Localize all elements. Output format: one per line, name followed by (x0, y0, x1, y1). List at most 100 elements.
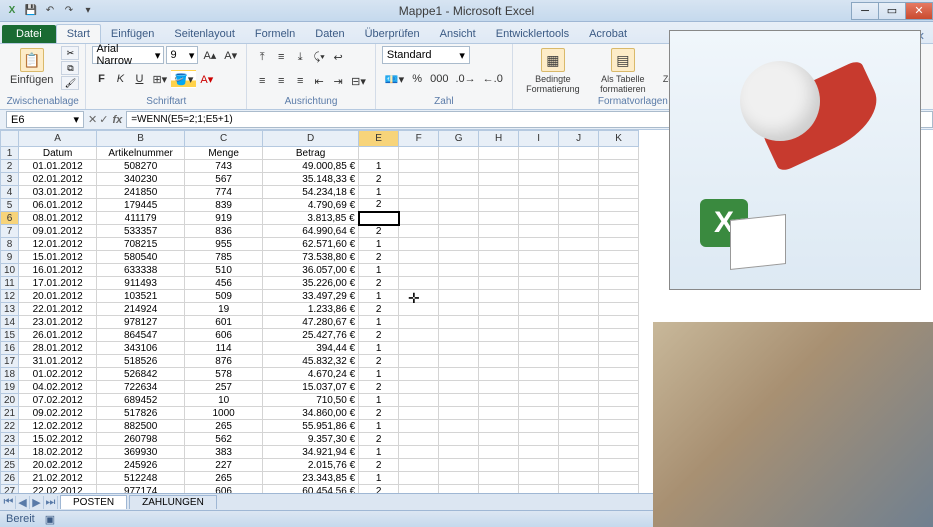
cell-G16[interactable] (439, 342, 479, 355)
cell-C2[interactable]: 743 (185, 160, 263, 173)
cell-G18[interactable] (439, 368, 479, 381)
cell-H13[interactable] (479, 303, 519, 316)
cell-I17[interactable] (519, 355, 559, 368)
cell-B14[interactable]: 978127 (97, 316, 185, 329)
col-header-J[interactable]: J (559, 131, 599, 147)
cell-D17[interactable]: 45.832,32 € (263, 355, 359, 368)
file-tab[interactable]: Datei (2, 25, 56, 43)
header-cell[interactable]: Betrag (263, 147, 359, 160)
row-header-5[interactable]: 5 (1, 199, 19, 212)
cell-H2[interactable] (479, 160, 519, 173)
cell-G21[interactable] (439, 407, 479, 420)
cell-K4[interactable] (599, 186, 639, 199)
cell-H8[interactable] (479, 238, 519, 251)
cell-C14[interactable]: 601 (185, 316, 263, 329)
cell-J7[interactable] (559, 225, 599, 238)
col-header-F[interactable]: F (399, 131, 439, 147)
cell-A7[interactable]: 09.01.2012 (19, 225, 97, 238)
cell-F18[interactable] (399, 368, 439, 381)
cancel-formula-icon[interactable]: ✕ (88, 113, 97, 126)
align-center-icon[interactable]: ≡ (272, 72, 290, 90)
cell-K25[interactable] (599, 459, 639, 472)
cell-J23[interactable] (559, 433, 599, 446)
cell-G8[interactable] (439, 238, 479, 251)
fill-color-icon[interactable]: 🪣▾ (171, 70, 196, 88)
cell-A16[interactable]: 28.01.2012 (19, 342, 97, 355)
cell-F19[interactable] (399, 381, 439, 394)
cell-G26[interactable] (439, 472, 479, 485)
cell-A18[interactable]: 01.02.2012 (19, 368, 97, 381)
cell-H16[interactable] (479, 342, 519, 355)
font-name-combo[interactable]: Arial Narrow▾ (92, 46, 164, 64)
row-header-16[interactable]: 16 (1, 342, 19, 355)
cell-G10[interactable] (439, 264, 479, 277)
align-bottom-icon[interactable]: ⤓ (291, 48, 309, 66)
maximize-button[interactable]: ▭ (878, 2, 906, 20)
cell-F21[interactable] (399, 407, 439, 420)
cell-C7[interactable]: 836 (185, 225, 263, 238)
cell-K5[interactable] (599, 199, 639, 212)
cell-C25[interactable]: 227 (185, 459, 263, 472)
cell-C10[interactable]: 510 (185, 264, 263, 277)
cell-G15[interactable] (439, 329, 479, 342)
row-header-1[interactable]: 1 (1, 147, 19, 160)
cell-D24[interactable]: 34.921,94 € (263, 446, 359, 459)
orientation-icon[interactable]: ⤹▾ (310, 48, 328, 66)
cell-D26[interactable]: 23.343,85 € (263, 472, 359, 485)
cell-E6[interactable] (359, 212, 399, 225)
cell-E26[interactable]: 1 (359, 472, 399, 485)
cell-B6[interactable]: 411179 (97, 212, 185, 225)
cell-K3[interactable] (599, 173, 639, 186)
cell-D16[interactable]: 394,44 € (263, 342, 359, 355)
cell-E10[interactable]: 1 (359, 264, 399, 277)
comma-icon[interactable]: 000 (427, 70, 451, 88)
row-header-24[interactable]: 24 (1, 446, 19, 459)
tab-überprüfen[interactable]: Überprüfen (355, 25, 430, 43)
cell-K9[interactable] (599, 251, 639, 264)
cell-A20[interactable]: 07.02.2012 (19, 394, 97, 407)
cell-J26[interactable] (559, 472, 599, 485)
font-size-combo[interactable]: 9▾ (166, 46, 198, 64)
cell-K15[interactable] (599, 329, 639, 342)
row-header-25[interactable]: 25 (1, 459, 19, 472)
cell-C6[interactable]: 919 (185, 212, 263, 225)
cell-A21[interactable]: 09.02.2012 (19, 407, 97, 420)
cell-C9[interactable]: 785 (185, 251, 263, 264)
cell-A12[interactable]: 20.01.2012 (19, 290, 97, 303)
cell-I14[interactable] (519, 316, 559, 329)
cell-I7[interactable] (519, 225, 559, 238)
cell-D11[interactable]: 35.226,00 € (263, 277, 359, 290)
cell-E19[interactable]: 2 (359, 381, 399, 394)
sheet-nav-first-icon[interactable]: ⏮ (2, 496, 16, 509)
sheet-nav-last-icon[interactable]: ⏭ (44, 496, 58, 509)
cell-G23[interactable] (439, 433, 479, 446)
cell-D12[interactable]: 33.497,29 € (263, 290, 359, 303)
cell-F17[interactable] (399, 355, 439, 368)
cell-J21[interactable] (559, 407, 599, 420)
row-header-20[interactable]: 20 (1, 394, 19, 407)
cell-H5[interactable] (479, 199, 519, 212)
tab-ansicht[interactable]: Ansicht (430, 25, 486, 43)
conditional-format-button[interactable]: ▦Bedingte Formatierung (519, 46, 587, 96)
cell-C16[interactable]: 114 (185, 342, 263, 355)
sheet-nav-prev-icon[interactable]: ◀ (16, 496, 30, 509)
cell-F2[interactable] (399, 160, 439, 173)
cell-H23[interactable] (479, 433, 519, 446)
cell-I10[interactable] (519, 264, 559, 277)
cell-K16[interactable] (599, 342, 639, 355)
row-header-9[interactable]: 9 (1, 251, 19, 264)
cell-G24[interactable] (439, 446, 479, 459)
cell-F26[interactable] (399, 472, 439, 485)
row-header-21[interactable]: 21 (1, 407, 19, 420)
cell-C12[interactable]: 509 (185, 290, 263, 303)
cell-E23[interactable]: 2 (359, 433, 399, 446)
col-header-H[interactable]: H (479, 131, 519, 147)
save-icon[interactable]: 💾 (23, 3, 39, 19)
cell-K22[interactable] (599, 420, 639, 433)
cell-D25[interactable]: 2.015,76 € (263, 459, 359, 472)
row-header-4[interactable]: 4 (1, 186, 19, 199)
cell-I24[interactable] (519, 446, 559, 459)
row-header-15[interactable]: 15 (1, 329, 19, 342)
cell-J2[interactable] (559, 160, 599, 173)
cell-K2[interactable] (599, 160, 639, 173)
